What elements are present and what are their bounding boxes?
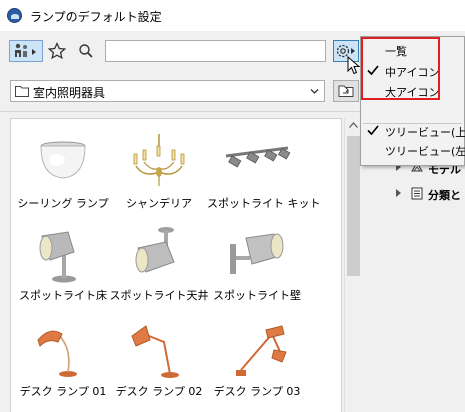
classification-icon [411,187,423,200]
parent-folder-button[interactable] [333,80,359,102]
lamp-default-settings-window: ランプのデフォルト設定 室内照明器具 モデル 分類と シーリング ランプ シャン… [0,0,465,412]
grid-item-floor-spotlight[interactable]: スポットライト床 [13,219,113,314]
lamp-thumbnail-grid: シーリング ランプ シャンデリア スポットライト キット スポットライト床 スポ… [10,118,342,412]
menu-item-label: 大アイコン [385,86,440,99]
mouse-cursor-icon [347,56,361,75]
chandelier-icon [133,134,185,186]
archicad-app-icon [7,8,22,23]
grid-item-label: シーリング ランプ [17,197,109,210]
grid-item-label: スポットライト天井 [109,289,209,302]
menu-item-label: ツリービュー(左) [385,145,465,158]
scroll-up-arrow-icon[interactable] [349,122,358,128]
menu-item-label: ツリービュー(上) [385,126,465,139]
checkmark-icon [367,65,379,76]
grid-item-desk-lamp-03[interactable]: デスク ランプ 03 [207,315,307,410]
wall-spotlight-icon [230,233,284,274]
title-bar[interactable]: ランプのデフォルト設定 [0,0,465,31]
favorites-button[interactable] [46,40,68,62]
folder-dropdown[interactable]: 室内照明器具 [10,80,325,102]
expand-triangle-icon[interactable] [396,189,401,197]
ceiling-spotlight-icon [135,227,175,273]
search-button[interactable] [75,40,97,62]
window-title: ランプのデフォルト設定 [30,10,162,24]
grid-item-desk-lamp-02[interactable]: デスク ランプ 02 [109,315,209,410]
grid-item-wall-spotlight[interactable]: スポットライト壁 [207,219,307,314]
grid-item-ceiling-lamp[interactable]: シーリング ランプ [13,127,113,222]
scrollbar-thumb[interactable] [347,136,360,276]
grid-item-label: スポットライト壁 [213,289,301,302]
desk-lamp-icon [131,325,179,378]
toolbar-divider [0,111,362,112]
grid-item-label: デスク ランプ 02 [115,385,203,398]
favorites-star-icon [48,42,66,60]
grid-item-label: シャンデリア [126,197,192,210]
spotlight-kit-icon [225,146,291,168]
floor-spotlight-icon [39,231,76,283]
tree-item-label: 分類と [428,189,461,202]
grid-item-label: デスク ランプ 03 [213,385,301,398]
menu-item-medium-icons[interactable]: 中アイコン [361,61,464,80]
grid-item-desk-lamp-01[interactable]: デスク ランプ 01 [13,315,113,410]
menu-item-tree-view-top[interactable]: ツリービュー(上) [361,121,465,140]
grid-scrollbar[interactable] [344,118,361,412]
menu-item-label: 中アイコン [385,66,440,79]
tree-item-classification[interactable]: 分類と [390,183,465,205]
grid-item-label: スポットライト キット [207,197,321,210]
ceiling-lamp-icon [40,141,86,179]
menu-item-tree-view-left[interactable]: ツリービュー(左) [361,140,465,159]
grid-item-label: デスク ランプ 01 [19,385,107,398]
desk-lamp-icon [37,330,77,377]
people-filter-icon [15,43,36,57]
grid-item-label: スポットライト床 [19,289,107,302]
people-filter-button[interactable] [9,40,43,62]
folder-icon [15,86,29,97]
desk-lamp-icon [236,325,287,376]
folder-label: 室内照明器具 [33,86,106,100]
chevron-down-icon [310,89,319,94]
grid-item-chandelier[interactable]: シャンデリア [109,127,209,222]
grid-item-ceiling-spotlight[interactable]: スポットライト天井 [109,219,209,314]
grid-item-spotlight-kit[interactable]: スポットライト キット [207,127,321,222]
menu-item-large-icons[interactable]: 大アイコン [361,81,464,100]
view-options-menu: 一覧 中アイコン 大アイコン ツリービュー(上) ツリービュー(左) [360,36,465,166]
menu-item-label: 一覧 [385,45,407,58]
menu-item-list[interactable]: 一覧 [361,40,464,59]
checkmark-icon [367,125,379,136]
folder-up-icon [338,85,354,97]
search-input[interactable] [105,40,326,62]
search-icon [79,44,93,58]
